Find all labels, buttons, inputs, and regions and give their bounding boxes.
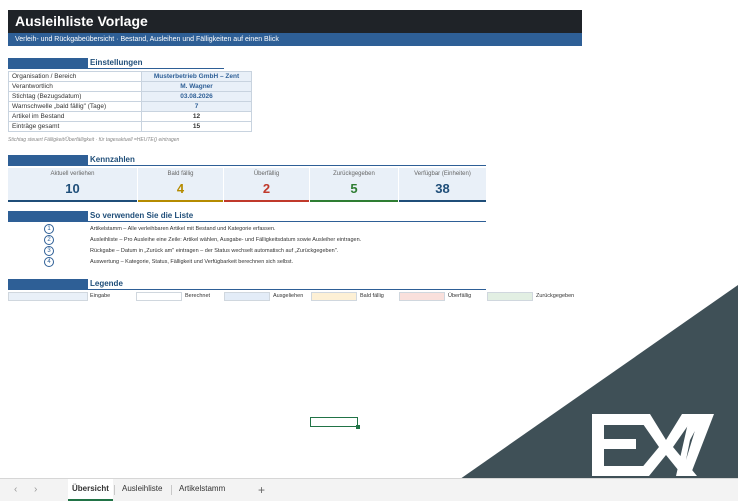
- howto-step: 2 Ausleihliste – Pro Ausleihe eine Zeile…: [44, 235, 584, 245]
- tab-artikelstamm[interactable]: Artikelstamm: [175, 479, 229, 499]
- step-number-icon: 3: [44, 246, 54, 256]
- step-number-icon: 1: [44, 224, 54, 234]
- settings-row: Organisation / Bereich Musterbetrieb Gmb…: [8, 71, 252, 82]
- howto-section-marker: [8, 211, 88, 221]
- kpi-accent-line: [8, 200, 137, 202]
- kpi-value: 4: [176, 181, 185, 196]
- settings-value-cell[interactable]: M. Wagner: [141, 81, 252, 92]
- kpi-value: 2: [262, 181, 271, 196]
- settings-value-cell[interactable]: 15: [141, 121, 252, 132]
- page-subtitle: Verleih- und Rückgabeübersicht · Bestand…: [8, 33, 582, 46]
- kpi-accent-line: [224, 200, 309, 202]
- legend-swatch: [136, 292, 182, 301]
- kpi-value: 5: [350, 181, 358, 196]
- legend-label: Berechnet: [185, 293, 211, 299]
- kpi-accent-line: [399, 200, 486, 202]
- settings-table: Organisation / Bereich Musterbetrieb Gmb…: [8, 71, 252, 132]
- kpi-label: Zurückgegeben: [333, 171, 375, 177]
- kpi-section-marker: [8, 155, 88, 165]
- settings-row: Artikel im Bestand 12: [8, 111, 252, 122]
- legend-swatch: [311, 292, 357, 301]
- kpi-tile-zurueckgegeben[interactable]: Zurückgegeben 5: [310, 168, 399, 200]
- kpi-underline: [8, 165, 486, 166]
- kpi-accent-line: [310, 200, 398, 202]
- step-number-icon: 2: [44, 235, 54, 245]
- kpi-value: 10: [65, 181, 80, 196]
- settings-heading: Einstellungen: [90, 58, 143, 67]
- settings-label: Verantwortlich: [8, 81, 142, 92]
- settings-label: Warnschwelle „bald fällig" (Tage): [8, 101, 142, 112]
- howto-heading: So verwenden Sie die Liste: [90, 211, 194, 220]
- howto-step: 4 Auswertung – Kategorie, Status, Fällig…: [44, 257, 584, 267]
- legend-label: Zurückgegeben: [536, 293, 575, 299]
- tab-separator: [171, 485, 172, 495]
- step-text: Auswertung – Kategorie, Status, Fälligke…: [90, 259, 294, 265]
- tab-uebersicht[interactable]: Übersicht: [68, 479, 113, 501]
- add-sheet-button[interactable]: +: [258, 479, 265, 501]
- kpi-tile-verfuegbar[interactable]: Verfügbar (Einheiten) 38: [399, 168, 487, 200]
- sheet-tab-bar: ‹ › Übersicht Ausleihliste Artikelstamm …: [0, 478, 738, 501]
- kpi-tile-ueberfaellig[interactable]: Überfällig 2: [224, 168, 310, 200]
- tab-scroll-left-icon[interactable]: ‹: [14, 479, 17, 501]
- settings-row: Einträge gesamt 15: [8, 121, 252, 132]
- legend-label: Ausgeliehen: [273, 293, 304, 299]
- kpi-accent-line: [138, 200, 223, 202]
- settings-label: Artikel im Bestand: [8, 111, 142, 122]
- legend-underline: [8, 289, 486, 290]
- settings-value-cell[interactable]: Musterbetrieb GmbH – Zent: [141, 71, 252, 82]
- kpi-value: 38: [435, 181, 450, 196]
- kpi-tile-verliehen[interactable]: Aktuell verliehen 10: [8, 168, 138, 200]
- settings-label: Organisation / Bereich: [8, 71, 142, 82]
- selected-cell[interactable]: [310, 417, 360, 429]
- settings-value-cell[interactable]: 03.08.2026: [141, 91, 252, 102]
- legend-label: Bald fällig: [360, 293, 384, 299]
- settings-row: Stichtag (Bezugsdatum) 03.08.2026: [8, 91, 252, 102]
- kpi-label: Bald fällig: [167, 171, 194, 177]
- settings-row: Verantwortlich M. Wagner: [8, 81, 252, 92]
- tab-separator: [114, 485, 115, 495]
- settings-value-cell[interactable]: 12: [141, 111, 252, 122]
- kpi-label: Überfällig: [253, 171, 280, 177]
- settings-label: Stichtag (Bezugsdatum): [8, 91, 142, 102]
- legend-label: Überfällig: [448, 293, 472, 299]
- kpi-label: Aktuell verliehen: [50, 171, 95, 177]
- legend-label: Eingabe: [90, 293, 111, 299]
- tab-ausleihliste[interactable]: Ausleihliste: [118, 479, 166, 499]
- step-text: Rückgabe – Datum in „Zurück am" eintrage…: [90, 248, 339, 254]
- legend-section-marker: [8, 279, 88, 289]
- settings-label: Einträge gesamt: [8, 121, 142, 132]
- step-text: Artikelstamm – Alle verleihbaren Artikel…: [90, 226, 276, 232]
- howto-underline: [8, 221, 486, 222]
- settings-underline: [8, 68, 224, 69]
- howto-step: 3 Rückgabe – Datum in „Zurück am" eintra…: [44, 246, 584, 256]
- howto-step: 1 Artikelstamm – Alle verleihbaren Artik…: [44, 224, 584, 234]
- settings-row: Warnschwelle „bald fällig" (Tage) 7: [8, 101, 252, 112]
- legend-swatch: [399, 292, 445, 301]
- settings-section-marker: [8, 58, 88, 68]
- kpi-heading: Kennzahlen: [90, 155, 135, 164]
- step-number-icon: 4: [44, 257, 54, 267]
- legend-swatch: [487, 292, 533, 301]
- legend-swatch: [224, 292, 270, 301]
- page-title: Ausleihliste Vorlage: [8, 10, 582, 33]
- worksheet: Ausleihliste Vorlage Verleih- und Rückga…: [0, 0, 738, 478]
- kpi-label: Verfügbar (Einheiten): [414, 171, 471, 177]
- tab-scroll-right-icon[interactable]: ›: [34, 479, 37, 501]
- settings-value-cell[interactable]: 7: [141, 101, 252, 112]
- legend-swatch: [8, 292, 88, 301]
- step-text: Ausleihliste – Pro Ausleihe eine Zeile: …: [90, 237, 362, 243]
- legend-heading: Legende: [90, 279, 123, 288]
- kpi-tile-bald-faellig[interactable]: Bald fällig 4: [138, 168, 224, 200]
- settings-note: Stichtag steuert Fälligkeit/Überfälligke…: [8, 137, 180, 143]
